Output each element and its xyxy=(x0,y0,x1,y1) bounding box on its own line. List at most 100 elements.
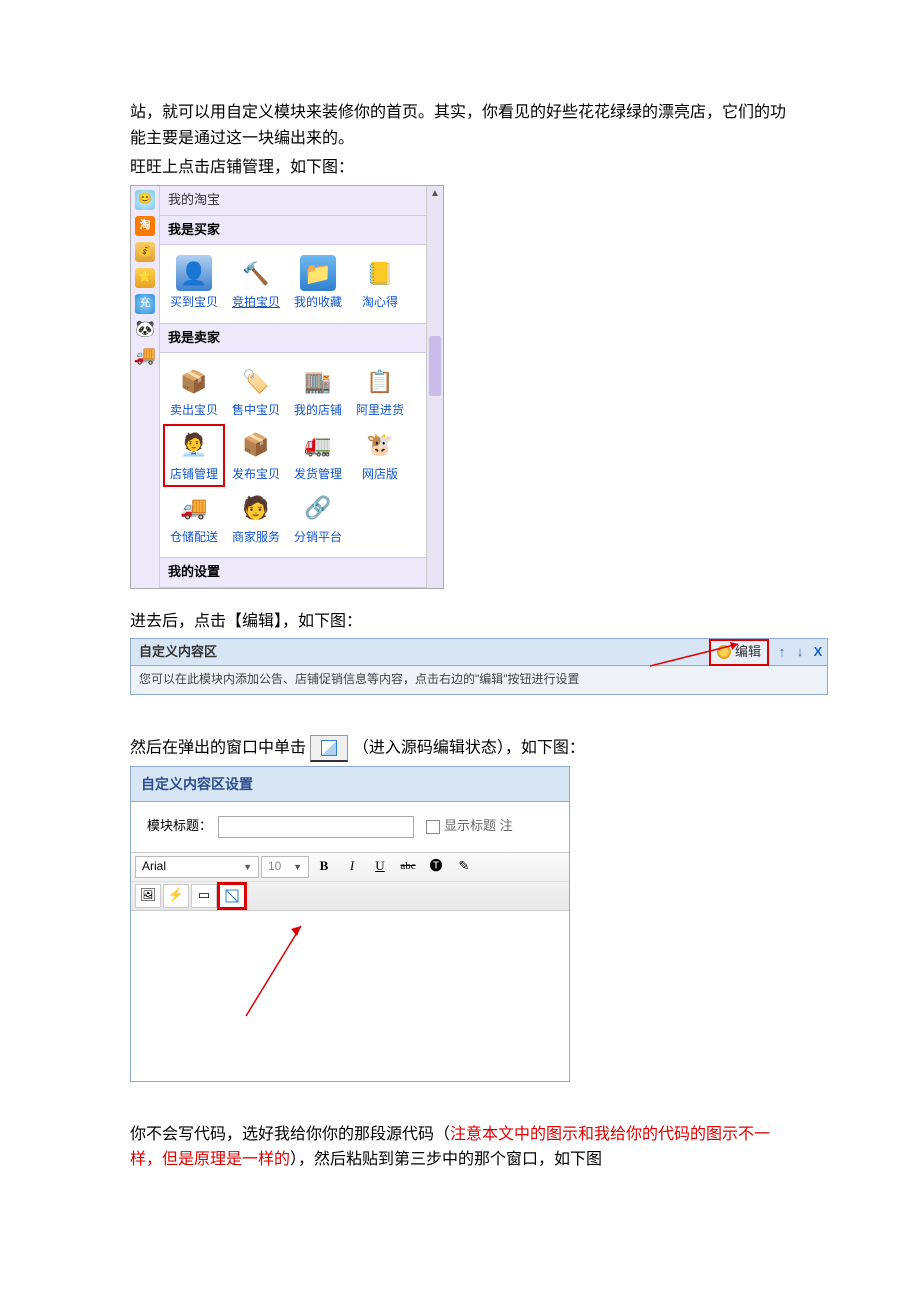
bag-icon[interactable]: 💰 xyxy=(135,242,155,262)
warehouse-truck-icon: 🚚 xyxy=(176,490,212,526)
manage-icon: 🧑‍💼 xyxy=(176,427,212,463)
underline-button[interactable]: U xyxy=(367,855,393,879)
label: 分销平台 xyxy=(294,528,342,547)
source-code-button[interactable] xyxy=(219,884,245,908)
label: 淘心得 xyxy=(362,293,398,312)
tao-icon[interactable]: 淘 xyxy=(135,216,155,236)
buyer-item-favorites[interactable]: 📁 我的收藏 xyxy=(288,253,348,314)
label: 卖出宝贝 xyxy=(170,401,218,420)
label: 发货管理 xyxy=(294,465,342,484)
move-down-icon[interactable]: ↓ xyxy=(792,643,808,661)
gear-icon xyxy=(717,645,731,659)
label: 阿里进货 xyxy=(356,401,404,420)
truck-icon[interactable]: 🚚 xyxy=(135,346,155,366)
seller-item-onsale[interactable]: 🏷️ 售中宝贝 xyxy=(226,361,286,422)
folder-icon: 📁 xyxy=(300,255,336,291)
seller-item-shipping[interactable]: 🚛 发货管理 xyxy=(288,425,348,486)
seller-item-myshop[interactable]: 🏬我的店铺 xyxy=(288,361,348,422)
label: 我的收藏 xyxy=(294,293,342,312)
seller-item-publish[interactable]: 📦发布宝贝 xyxy=(226,425,286,486)
delivery-truck-icon: 🚛 xyxy=(300,427,336,463)
chevron-down-icon: ▼ xyxy=(243,860,252,874)
panda-icon[interactable]: 🐼 xyxy=(135,320,155,340)
seller-item-warehouse[interactable]: 🚚 仓储配送 xyxy=(164,488,224,549)
text: ），然后粘贴到第三步中的那个窗口，如下图 xyxy=(290,1151,602,1168)
text: 然后在弹出的窗口中单击 xyxy=(130,739,306,756)
italic-button[interactable]: I xyxy=(339,855,365,879)
taobao-sidebar-screenshot: 😊 淘 💰 ⭐ 充 🐼 🚚 我的淘宝 我是买家 👤买到宝贝 🔨 竞拍宝贝 📁 我的收… xyxy=(130,185,444,589)
label: 竞拍宝贝 xyxy=(232,293,280,312)
settings-section-header: 我的设置 xyxy=(160,557,426,588)
arrow-annotation xyxy=(241,921,321,1021)
seller-grid: 📦 卖出宝贝 🏷️ 售中宝贝 🏬我的店铺 📋 阿里进货 🧑‍💼 店铺管理 📦发布宝贝 🚛… xyxy=(160,353,426,557)
chevron-down-icon: ▼ xyxy=(293,860,302,874)
buyer-item-bought[interactable]: 👤买到宝贝 xyxy=(164,253,224,314)
label: 我的店铺 xyxy=(294,401,342,420)
module-title-label: 模块标题： xyxy=(147,816,212,837)
gavel-icon: 🔨 xyxy=(238,255,274,291)
custom-content-bar-screenshot: 自定义内容区 编辑 ↑ ↓ X 您可以在此模块内添加公告、店铺促销信息等内容，点… xyxy=(130,638,828,694)
strikethrough-button[interactable]: abc xyxy=(395,855,421,879)
settings-title: 自定义内容区设置 xyxy=(131,767,569,802)
buyer-item-tips[interactable]: 📒 淘心得 xyxy=(350,253,410,314)
star-icon[interactable]: ⭐ xyxy=(135,268,155,288)
service-person-icon: 🧑 xyxy=(238,490,274,526)
editor-textarea[interactable] xyxy=(131,911,569,1081)
insert-image-button[interactable]: 🖼 xyxy=(135,884,161,908)
label: 仓储配送 xyxy=(170,528,218,547)
more-button[interactable]: ✎ xyxy=(451,855,477,879)
seller-item-webshop[interactable]: 🐮网店版 xyxy=(350,425,410,486)
edit-button[interactable]: 编辑 xyxy=(709,639,769,666)
left-icon-strip: 😊 淘 💰 ⭐ 充 🐼 🚚 xyxy=(131,186,160,588)
label: 店铺管理 xyxy=(170,465,218,484)
paragraph-4: 然后在弹出的窗口中单击 （进入源码编辑状态），如下图： xyxy=(130,735,790,762)
paragraph-5: 你不会写代码，选好我给你你的那段源代码（注意本文中的图示和我给你的代码的图示不一… xyxy=(130,1122,790,1173)
seller-item-service[interactable]: 🧑 商家服务 xyxy=(226,488,286,549)
show-title-checkbox[interactable] xyxy=(426,820,440,834)
label: 商家服务 xyxy=(232,528,280,547)
text: （进入源码编辑状态），如下图： xyxy=(353,739,585,756)
buyer-item-auction[interactable]: 🔨 竞拍宝贝 xyxy=(226,253,286,314)
close-icon[interactable]: X xyxy=(810,643,826,661)
paragraph-3: 进去后，点击【编辑】，如下图： xyxy=(130,609,790,635)
label: 售中宝贝 xyxy=(232,401,280,420)
text: 你不会写代码，选好我给你你的那段源代码（ xyxy=(130,1126,450,1143)
module-title-input[interactable] xyxy=(218,816,414,838)
scrollbar[interactable]: ▲ xyxy=(426,186,443,588)
label: 买到宝贝 xyxy=(170,293,218,312)
scroll-thumb[interactable] xyxy=(429,336,441,396)
network-icon: 🔗 xyxy=(300,490,336,526)
buyer-grid: 👤买到宝贝 🔨 竞拍宝贝 📁 我的收藏 📒 淘心得 xyxy=(160,245,426,322)
box-out-icon: 📦 xyxy=(176,363,212,399)
font-size-select[interactable]: 10 ▼ xyxy=(261,856,309,878)
seller-section-header: 我是卖家 xyxy=(160,323,426,354)
recharge-icon[interactable]: 充 xyxy=(135,294,155,314)
bold-button[interactable]: B xyxy=(311,855,337,879)
paragraph-1: 站，就可以用自定义模块来装修你的首页。其实，你看见的好些花花绿绿的漂亮店，它们的… xyxy=(130,100,790,151)
font-value: Arial xyxy=(142,857,166,876)
insert-flash-button[interactable]: ⚡ xyxy=(163,884,189,908)
face-icon[interactable]: 😊 xyxy=(135,190,155,210)
label: 网店版 xyxy=(362,465,398,484)
boxes-icon: 📦 xyxy=(238,427,274,463)
buyer-section-header: 我是买家 xyxy=(160,215,426,246)
source-code-icon-inline xyxy=(310,735,348,762)
seller-item-alistock[interactable]: 📋 阿里进货 xyxy=(350,361,410,422)
source-code-icon xyxy=(224,888,240,904)
seller-item-sold[interactable]: 📦 卖出宝贝 xyxy=(164,361,224,422)
show-title-label: 显示标题 注 xyxy=(444,816,513,837)
my-taobao-tab[interactable]: 我的淘宝 xyxy=(160,186,426,215)
seller-item-distribute[interactable]: 🔗 分销平台 xyxy=(288,488,348,549)
text-color-button[interactable]: 🅣 xyxy=(423,855,449,879)
book-icon: 📒 xyxy=(362,255,398,291)
scroll-up-icon[interactable]: ▲ xyxy=(427,186,443,202)
seller-item-shopmanage[interactable]: 🧑‍💼 店铺管理 xyxy=(164,425,224,486)
size-value: 10 xyxy=(268,857,281,876)
clipboard-icon: 📋 xyxy=(362,363,398,399)
move-up-icon[interactable]: ↑ xyxy=(774,643,790,661)
custom-content-title: 自定义内容区 xyxy=(131,642,709,663)
font-family-select[interactable]: Arial ▼ xyxy=(135,856,259,878)
insert-widget-button[interactable]: ▭ xyxy=(191,884,217,908)
edit-button-label: 编辑 xyxy=(735,642,761,663)
sale-icon: 🏷️ xyxy=(238,363,274,399)
